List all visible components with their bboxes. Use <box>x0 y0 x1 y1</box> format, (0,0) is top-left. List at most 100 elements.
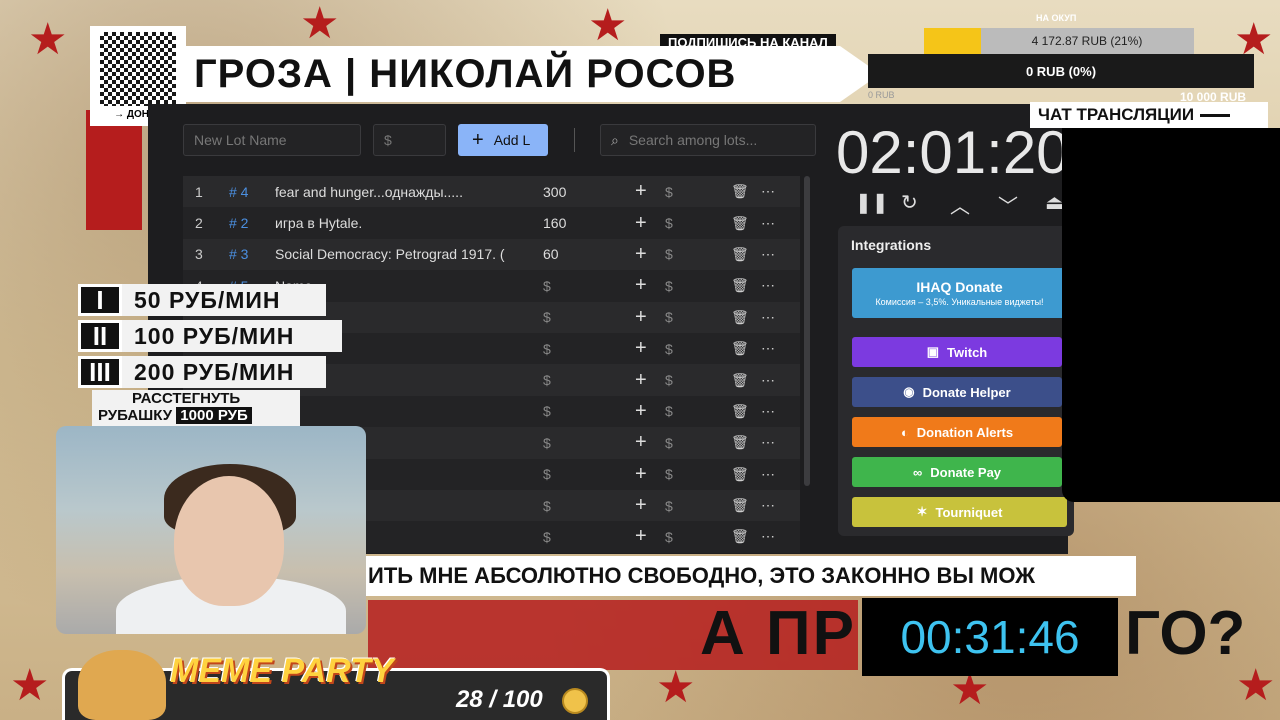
trash-icon[interactable]: 🗑 <box>731 403 761 420</box>
more-icon[interactable]: ⋯ <box>761 183 791 200</box>
shirt-line2: РУБАШКУ <box>98 407 173 424</box>
chevron-down-icon[interactable]: ﹀ <box>998 190 1018 219</box>
lot-name-input[interactable]: New Lot Name <box>183 124 361 156</box>
dollar-icon[interactable]: $ <box>665 184 731 200</box>
more-icon[interactable]: ⋯ <box>761 215 791 232</box>
trash-icon[interactable]: 🗑 <box>731 183 761 200</box>
more-icon[interactable]: ⋯ <box>761 277 791 294</box>
lot-name[interactable]: Social Democracy: Petrograd 1917. ( <box>275 246 543 262</box>
dollar-icon[interactable]: $ <box>665 372 731 388</box>
ihaq-donate-button[interactable]: IHAQ Donate Комиссия – 3,5%. Уникальные … <box>852 268 1067 318</box>
donate-pay-icon: ∞ <box>912 464 923 480</box>
donate-pay-button[interactable]: ∞ Donate Pay <box>852 457 1062 487</box>
trash-icon[interactable]: 🗑 <box>731 497 761 514</box>
add-lot-button[interactable]: + Add L <box>458 124 548 156</box>
more-icon[interactable]: ⋯ <box>761 466 791 483</box>
dollar-icon[interactable]: $ <box>665 215 731 231</box>
more-icon[interactable]: ⋯ <box>761 528 791 545</box>
search-lots-input[interactable]: ⌕ Search among lots... <box>600 124 816 156</box>
dollar-icon[interactable]: $ <box>665 403 731 419</box>
pause-icon[interactable]: ❚❚ <box>855 190 889 215</box>
plus-icon[interactable]: + <box>635 243 665 266</box>
reset-icon[interactable]: ↻ <box>901 190 918 215</box>
more-icon[interactable]: ⋯ <box>761 403 791 420</box>
plus-icon[interactable]: + <box>635 494 665 517</box>
plus-icon[interactable]: + <box>635 369 665 392</box>
lot-tag[interactable]: # 2 <box>219 215 275 231</box>
more-icon[interactable]: ⋯ <box>761 372 791 389</box>
dollar-icon[interactable]: $ <box>665 466 731 482</box>
lot-tag[interactable]: # 3 <box>219 246 275 262</box>
divider <box>574 128 575 152</box>
trash-icon[interactable]: 🗑 <box>731 528 761 545</box>
table-row[interactable]: 2 # 2 игра в Hytale. 160 + $ 🗑 ⋯ <box>183 207 800 239</box>
plus-icon[interactable]: + <box>635 525 665 548</box>
lot-amount[interactable]: 160 <box>543 215 635 231</box>
more-icon[interactable]: ⋯ <box>761 340 791 357</box>
donation-alerts-button[interactable]: ◐ Donation Alerts <box>852 417 1062 447</box>
goal-progress-fill <box>924 28 981 54</box>
plus-icon[interactable]: + <box>635 274 665 297</box>
lot-name[interactable]: ne <box>275 403 543 419</box>
more-icon[interactable]: ⋯ <box>761 309 791 326</box>
tourniquet-label: Tourniquet <box>935 504 1003 520</box>
trash-icon[interactable]: 🗑 <box>731 277 761 294</box>
lot-amount[interactable]: 300 <box>543 184 635 200</box>
trash-icon[interactable]: 🗑 <box>731 309 761 326</box>
dollar-icon[interactable]: $ <box>665 498 731 514</box>
second-goal-min: 0 RUB <box>868 90 895 100</box>
qr-code-icon <box>100 32 176 106</box>
lot-amount[interactable]: $ <box>543 278 635 294</box>
more-icon[interactable]: ⋯ <box>761 246 791 263</box>
trash-icon[interactable]: 🗑 <box>731 215 761 232</box>
plus-icon[interactable]: + <box>635 400 665 423</box>
lot-name[interactable]: игра в Hytale. <box>275 215 543 231</box>
more-icon[interactable]: ⋯ <box>761 497 791 514</box>
chat-box[interactable] <box>1062 128 1280 502</box>
dollar-icon[interactable]: $ <box>665 435 731 451</box>
lots-scrollbar[interactable] <box>804 176 810 486</box>
lot-amount[interactable]: $ <box>543 466 635 482</box>
trash-icon[interactable]: 🗑 <box>731 372 761 389</box>
dollar-icon[interactable]: $ <box>665 341 731 357</box>
lot-amount[interactable]: $ <box>543 309 635 325</box>
lot-name[interactable]: fear and hunger...однажды..... <box>275 184 543 200</box>
trash-icon[interactable]: 🗑 <box>731 340 761 357</box>
dollar-icon[interactable]: $ <box>665 278 731 294</box>
twitch-button[interactable]: ▣ Twitch <box>852 337 1062 367</box>
plus-icon[interactable]: + <box>635 180 665 203</box>
goal-label: НА ОКУП <box>1036 13 1077 23</box>
lot-amount[interactable]: 60 <box>543 246 635 262</box>
dollar-icon[interactable]: $ <box>665 309 731 325</box>
lot-amount[interactable]: $ <box>543 403 635 419</box>
plus-icon[interactable]: + <box>635 212 665 235</box>
lot-amount[interactable]: $ <box>543 498 635 514</box>
lot-tag[interactable]: # 4 <box>219 184 275 200</box>
lot-amount-input[interactable]: $ <box>373 124 446 156</box>
trash-icon[interactable]: 🗑 <box>731 466 761 483</box>
lot-amount[interactable]: $ <box>543 372 635 388</box>
dollar-icon[interactable]: $ <box>665 529 731 545</box>
dollar-icon[interactable]: $ <box>665 246 731 262</box>
trash-icon[interactable]: 🗑 <box>731 434 761 451</box>
lot-amount[interactable]: $ <box>543 341 635 357</box>
donate-helper-button[interactable]: ◉ Donate Helper <box>852 377 1062 407</box>
tourniquet-button[interactable]: ✶ Tourniquet <box>852 497 1067 527</box>
plus-icon[interactable]: + <box>635 337 665 360</box>
chevron-up-icon[interactable]: ︿ <box>950 190 970 219</box>
table-row[interactable]: 3 # 3 Social Democracy: Petrograd 1917. (6… <box>183 238 800 271</box>
table-row[interactable]: 1 # 4 fear and hunger...однажды..... 300 + $ 🗑… <box>183 176 800 208</box>
lot-amount[interactable]: $ <box>543 529 635 545</box>
tier-3-icon: III <box>78 356 122 388</box>
more-icon[interactable]: ⋯ <box>761 434 791 451</box>
plus-icon[interactable]: + <box>635 431 665 454</box>
coin-icon <box>562 688 588 714</box>
lot-amount[interactable]: $ <box>543 435 635 451</box>
plus-icon[interactable]: + <box>635 463 665 486</box>
trash-icon[interactable]: 🗑 <box>731 246 761 263</box>
stream-title: ГРОЗА | НИКОЛАЙ РОСОВ <box>180 46 840 102</box>
star-icon: ★ <box>300 0 340 48</box>
doge-icon <box>78 650 166 720</box>
chat-label: ЧАТ ТРАНСЛЯЦИИ <box>1030 102 1268 128</box>
plus-icon[interactable]: + <box>635 306 665 329</box>
